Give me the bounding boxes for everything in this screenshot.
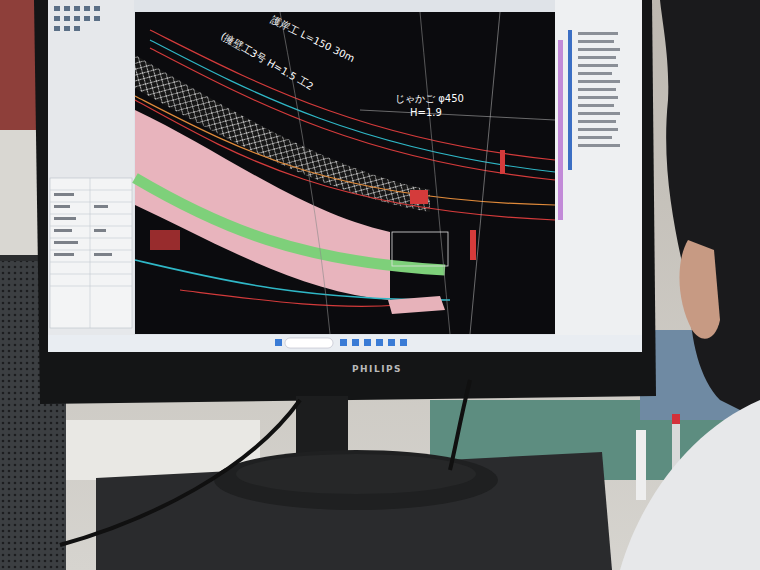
cad-label: H=1.9 xyxy=(410,107,442,118)
cad-label: 護岸工 L=150 30m xyxy=(269,14,356,64)
cad-labels: 護岸工 L=150 30m(擁壁工3号 H=1.5 工2 じゃかご φ450 H=1… xyxy=(219,14,464,118)
photo-scene: 護岸工 L=150 30m(擁壁工3号 H=1.5 工2 じゃかご φ450 H=1… xyxy=(0,0,760,570)
monitor-neck xyxy=(296,396,348,458)
monitor-bezel xyxy=(34,0,656,404)
person-head xyxy=(660,0,760,420)
monitor-base xyxy=(214,450,498,510)
brand-logo: PHILIPS xyxy=(352,364,402,374)
taskbar xyxy=(48,335,642,352)
cad-drawing xyxy=(135,12,555,334)
person-shirt xyxy=(620,400,760,570)
screen xyxy=(48,0,642,352)
cad-label: (擁壁工3号 H=1.5 工2 xyxy=(219,30,315,92)
foam-block xyxy=(96,452,612,570)
cad-canvas xyxy=(135,12,555,334)
scene-drawing: 護岸工 L=150 30m(擁壁工3号 H=1.5 工2 じゃかご φ450 H=1… xyxy=(0,0,760,570)
cad-label: じゃかご φ450 xyxy=(395,93,464,104)
